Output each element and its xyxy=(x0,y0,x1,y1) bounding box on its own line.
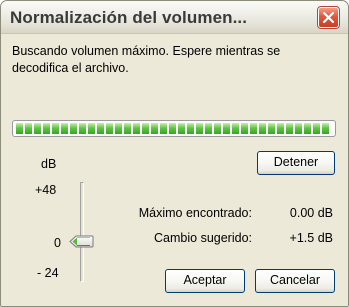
progress-segment xyxy=(124,123,131,134)
progress-segment xyxy=(313,123,320,134)
progress-segment xyxy=(277,123,284,134)
progress-bar xyxy=(12,120,336,137)
progress-segment xyxy=(151,123,158,134)
slider-min-label: - 24 xyxy=(37,266,59,280)
progress-segment xyxy=(133,123,140,134)
progress-segment xyxy=(268,123,275,134)
progress-segment xyxy=(241,123,248,134)
progress-segment xyxy=(178,123,185,134)
max-found-value: 0.00 dB xyxy=(289,206,333,220)
progress-segment xyxy=(259,123,266,134)
progress-segment xyxy=(187,123,194,134)
progress-segment xyxy=(295,123,302,134)
progress-segment xyxy=(88,123,95,134)
slider-max-label: +48 xyxy=(35,183,57,197)
close-button[interactable] xyxy=(317,6,340,29)
progress-segment xyxy=(16,123,23,134)
progress-segment xyxy=(97,123,104,134)
progress-segment xyxy=(52,123,59,134)
progress-segment xyxy=(34,123,41,134)
status-message: Buscando volumen máximo. Espere mientras… xyxy=(12,44,281,75)
progress-segment xyxy=(304,123,311,134)
progress-segment xyxy=(214,123,221,134)
title-bar[interactable]: Normalización del volumen... xyxy=(1,1,348,34)
close-icon xyxy=(322,11,335,24)
slider-unit-label: dB xyxy=(41,157,57,171)
progress-segment xyxy=(61,123,68,134)
slider-thumb-icon xyxy=(69,235,94,248)
progress-segment xyxy=(196,123,203,134)
progress-segment xyxy=(286,123,293,134)
progress-segment xyxy=(106,123,113,134)
progress-segment xyxy=(250,123,257,134)
progress-segment xyxy=(160,123,167,134)
progress-segment xyxy=(142,123,149,134)
progress-segment xyxy=(43,123,50,134)
dialog-window: Normalización del volumen... Buscando vo… xyxy=(0,0,349,307)
cancel-button[interactable]: Cancelar xyxy=(255,269,335,293)
progress-segment xyxy=(169,123,176,134)
volume-slider-track[interactable] xyxy=(80,182,84,282)
progress-segment xyxy=(70,123,77,134)
progress-segment xyxy=(205,123,212,134)
suggested-change-value: +1.5 dB xyxy=(289,231,333,245)
slider-zero-label: 0 xyxy=(54,236,61,250)
progress-segment xyxy=(25,123,32,134)
progress-segment xyxy=(115,123,122,134)
progress-segment xyxy=(79,123,86,134)
window-title: Normalización del volumen... xyxy=(10,8,248,27)
suggested-change-label: Cambio sugerido: xyxy=(154,231,252,245)
ok-button[interactable]: Aceptar xyxy=(165,269,245,293)
progress-segment xyxy=(232,123,239,134)
progress-segment xyxy=(223,123,230,134)
volume-slider-thumb[interactable] xyxy=(69,235,94,248)
progress-segment xyxy=(322,123,329,134)
stop-button[interactable]: Detener xyxy=(257,151,335,175)
max-found-label: Máximo encontrado: xyxy=(138,206,252,220)
